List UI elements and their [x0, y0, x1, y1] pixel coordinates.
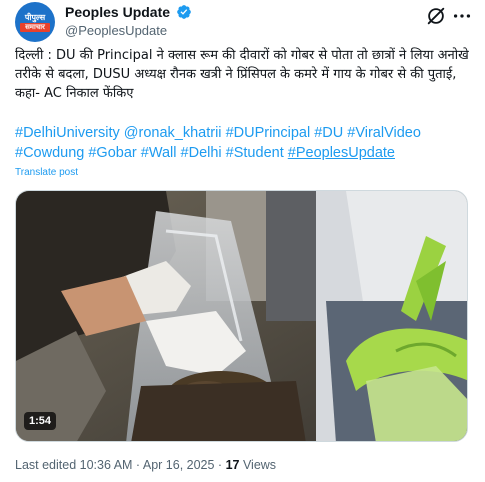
account-handle[interactable]: @PeoplesUpdate	[65, 22, 192, 39]
video-player[interactable]: 1:54	[15, 190, 468, 442]
translate-post-link[interactable]: Translate post	[15, 166, 78, 179]
post-header: पीपुल्स समाचार Peoples Update @PeoplesUp…	[15, 2, 473, 42]
hashtag-peoplesupdate[interactable]: #PeoplesUpdate	[288, 145, 395, 161]
edited-timestamp[interactable]: Last edited 10:36 AM · Apr 16, 2025 ·	[15, 458, 226, 472]
avatar-text-top: पीपुल्स	[24, 13, 46, 22]
display-name[interactable]: Peoples Update	[65, 3, 170, 21]
post-text: दिल्ली : DU की Principal ने क्लास रूम की…	[15, 48, 469, 101]
hashtag-delhi[interactable]: #Delhi	[181, 145, 222, 161]
post-meta: Last edited 10:36 AM · Apr 16, 2025 · 17…	[15, 457, 276, 473]
hashtag-du[interactable]: #DU	[314, 125, 343, 141]
hashtag-student[interactable]: #Student	[226, 145, 284, 161]
avatar[interactable]: पीपुल्स समाचार	[15, 2, 55, 42]
more-options-icon[interactable]	[451, 5, 473, 27]
hashtag-cowdung[interactable]: #Cowdung	[15, 145, 84, 161]
video-frame-image	[16, 191, 467, 441]
grok-icon[interactable]	[425, 5, 447, 27]
account-names: Peoples Update @PeoplesUpdate	[65, 3, 192, 39]
hashtag-viralvideo[interactable]: #ViralVideo	[347, 125, 421, 141]
hashtag-wall[interactable]: #Wall	[141, 145, 177, 161]
hashtag-delhiuniversity[interactable]: #DelhiUniversity	[15, 125, 120, 141]
avatar-text-bottom: समाचार	[20, 23, 50, 32]
verified-badge-icon[interactable]	[176, 4, 192, 20]
mention-ronak-khatrii[interactable]: @ronak_khatrii	[124, 125, 222, 141]
post-hashtags: #DelhiUniversity @ronak_khatrii #DUPrinc…	[15, 123, 470, 163]
views-label: Views	[239, 458, 277, 472]
views-count: 17	[225, 458, 240, 472]
hashtag-duprincipal[interactable]: #DUPrincipal	[226, 125, 311, 141]
video-duration-badge: 1:54	[24, 412, 57, 430]
hashtag-gobar[interactable]: #Gobar	[88, 145, 136, 161]
